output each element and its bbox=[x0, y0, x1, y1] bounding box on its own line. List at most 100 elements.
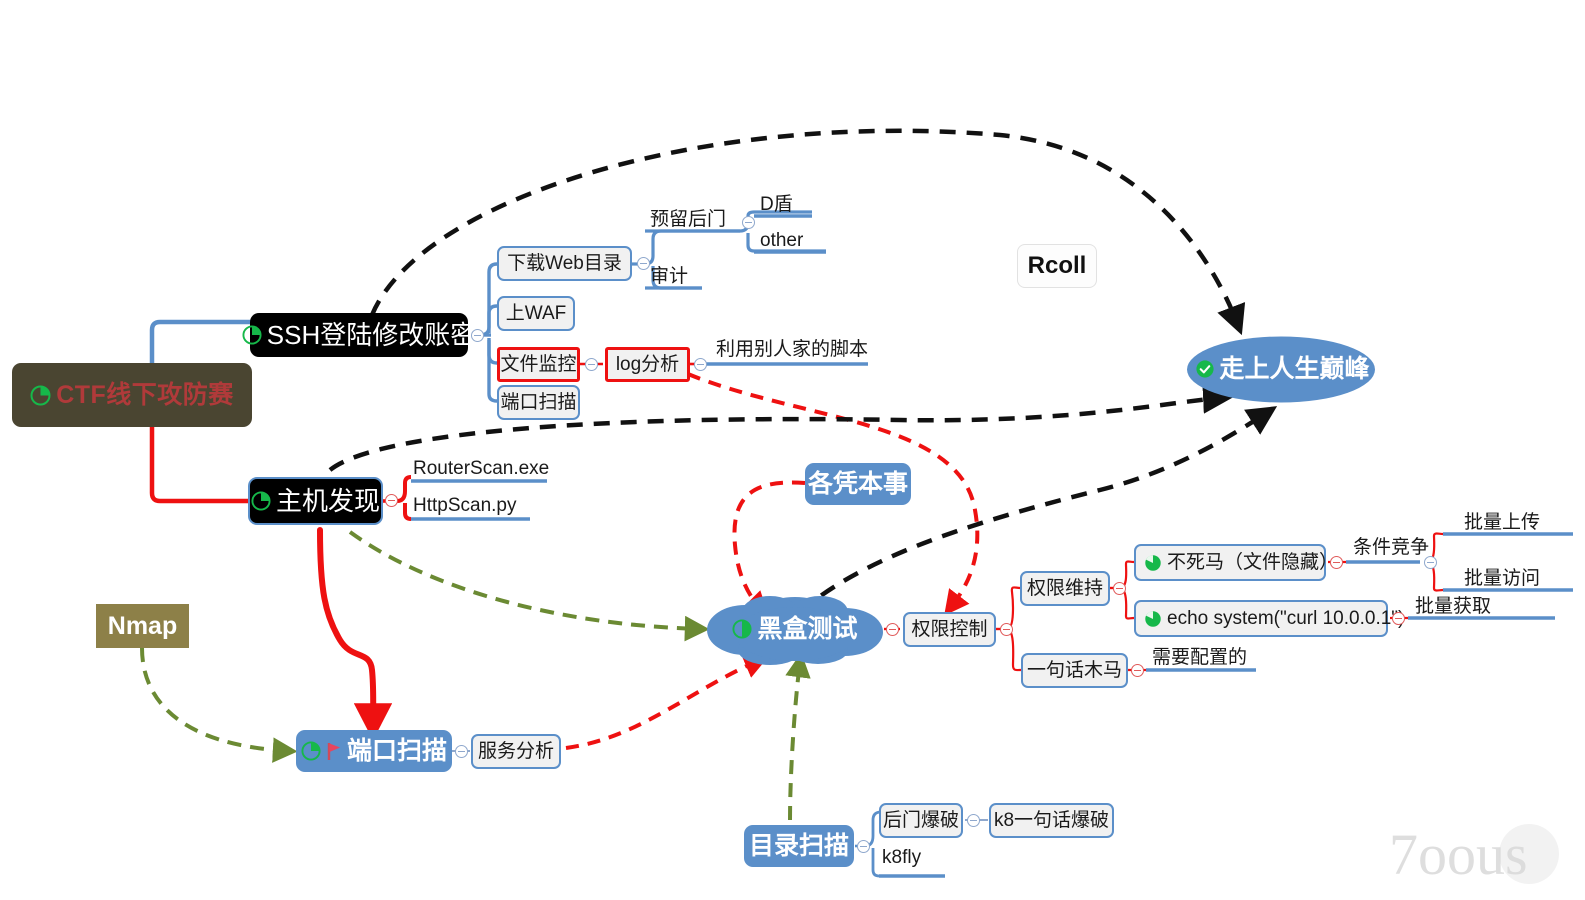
node-backdoor-brute[interactable]: 后门爆破 bbox=[879, 803, 963, 838]
port-scan-collapse-handle[interactable] bbox=[455, 745, 468, 758]
node-audit[interactable]: 审计 bbox=[650, 264, 700, 289]
node-ssh-label: SSH登陆修改账密 bbox=[266, 320, 477, 350]
node-immortal-horse[interactable]: 不死马（文件隐藏） bbox=[1134, 544, 1338, 581]
node-one-word-trojan[interactable]: 一句话木马 bbox=[1021, 653, 1128, 688]
node-echo-system-label: echo system("curl 10.0.0.1") bbox=[1167, 608, 1405, 629]
node-blackbox[interactable]: 黑盒测试 bbox=[715, 608, 875, 650]
node-privilege-maintain-label: 权限维持 bbox=[1026, 578, 1103, 599]
reserve-backdoor-collapse-handle[interactable] bbox=[742, 216, 755, 229]
node-routerscan[interactable]: RouterScan.exe bbox=[413, 456, 553, 481]
node-each-own-skill[interactable]: 各凭本事 bbox=[805, 463, 911, 505]
node-port-scan-label: 端口扫描 bbox=[346, 736, 447, 765]
node-root-label: CTF线下攻防赛 bbox=[56, 380, 234, 409]
flag-icon bbox=[326, 741, 342, 761]
node-file-monitor[interactable]: 文件监控 bbox=[497, 347, 580, 382]
node-k8-oneword-brute-label: k8一句话爆破 bbox=[993, 810, 1110, 831]
node-rcoll[interactable]: Rcoll bbox=[1017, 244, 1097, 288]
node-download-web-dir-label: 下载Web目录 bbox=[507, 253, 622, 274]
node-batch-access-label: 批量访问 bbox=[1464, 568, 1541, 589]
race-condition-collapse-handle[interactable] bbox=[1424, 556, 1437, 569]
node-root[interactable]: CTF线下攻防赛 bbox=[12, 363, 252, 427]
node-host-discovery[interactable]: 主机发现 bbox=[248, 477, 383, 525]
node-use-others-script[interactable]: 利用别人家的脚本 bbox=[716, 337, 869, 362]
node-routerscan-label: RouterScan.exe bbox=[413, 458, 550, 479]
node-host-discovery-label: 主机发现 bbox=[275, 486, 380, 516]
node-batch-access[interactable]: 批量访问 bbox=[1464, 566, 1554, 591]
node-download-web-dir[interactable]: 下载Web目录 bbox=[497, 246, 632, 281]
privilege-maintain-collapse-handle[interactable] bbox=[1113, 582, 1126, 595]
download-web-dir-collapse-handle[interactable] bbox=[637, 257, 650, 270]
node-log-analysis-label: log分析 bbox=[615, 354, 680, 375]
node-blackbox-label: 黑盒测试 bbox=[757, 614, 858, 643]
node-each-own-skill-label: 各凭本事 bbox=[807, 469, 908, 498]
node-d-shield-label: D盾 bbox=[760, 194, 793, 215]
pie-half-icon bbox=[732, 619, 753, 639]
pie-quarter-icon bbox=[242, 325, 262, 345]
node-port-scan[interactable]: 端口扫描 bbox=[296, 730, 452, 772]
node-need-config[interactable]: 需要配置的 bbox=[1152, 645, 1262, 670]
node-other[interactable]: other bbox=[760, 228, 830, 253]
node-dir-scan-label: 目录扫描 bbox=[748, 831, 849, 860]
node-other-label: other bbox=[760, 230, 804, 251]
file-monitor-collapse-handle[interactable] bbox=[585, 358, 598, 371]
pie-quarter-icon bbox=[30, 385, 51, 406]
node-k8fly[interactable]: k8fly bbox=[882, 845, 942, 870]
one-word-trojan-collapse-handle[interactable] bbox=[1131, 664, 1144, 677]
connector-layer bbox=[140, 128, 1573, 878]
node-batch-upload[interactable]: 批量上传 bbox=[1464, 510, 1554, 535]
node-k8fly-label: k8fly bbox=[882, 847, 922, 868]
immortal-horse-collapse-handle[interactable] bbox=[1330, 556, 1343, 569]
node-peak-of-life-label: 走上人生巅峰 bbox=[1219, 354, 1370, 383]
node-waf[interactable]: 上WAF bbox=[497, 296, 575, 331]
node-race-condition-label: 条件竞争 bbox=[1353, 537, 1430, 558]
node-echo-system[interactable]: echo system("curl 10.0.0.1") bbox=[1134, 600, 1404, 637]
mindmap-canvas: CTF线下攻防赛 SSH登陆修改账密 主机发现 下载Web目录 上WAF 文件监… bbox=[0, 0, 1585, 900]
node-dir-scan[interactable]: 目录扫描 bbox=[744, 825, 854, 867]
watermark: 7oous bbox=[1389, 822, 1559, 887]
node-reserve-backdoor[interactable]: 预留后门 bbox=[650, 207, 740, 232]
pie-quarter-icon bbox=[251, 491, 271, 511]
node-privilege-control-label: 权限控制 bbox=[911, 619, 988, 640]
node-rcoll-label: Rcoll bbox=[1027, 252, 1087, 279]
node-one-word-trojan-label: 一句话木马 bbox=[1026, 660, 1122, 681]
node-nmap[interactable]: Nmap bbox=[96, 604, 189, 648]
node-peak-of-life[interactable]: 走上人生巅峰 bbox=[1195, 348, 1370, 390]
watermark-text: 7oous bbox=[1389, 822, 1528, 887]
node-service-analysis[interactable]: 服务分析 bbox=[471, 734, 561, 769]
dir-scan-collapse-handle[interactable] bbox=[857, 840, 870, 853]
log-analysis-collapse-handle[interactable] bbox=[694, 358, 707, 371]
node-httpscan-label: HttpScan.py bbox=[413, 495, 517, 516]
node-audit-label: 审计 bbox=[650, 266, 689, 287]
node-batch-upload-label: 批量上传 bbox=[1464, 512, 1541, 533]
node-reserve-backdoor-label: 预留后门 bbox=[650, 209, 727, 230]
node-waf-label: 上WAF bbox=[505, 303, 567, 324]
node-need-config-label: 需要配置的 bbox=[1152, 647, 1248, 668]
node-port-scan-sub-label: 端口扫描 bbox=[500, 392, 577, 413]
ssh-collapse-handle[interactable] bbox=[471, 329, 484, 342]
node-service-analysis-label: 服务分析 bbox=[477, 741, 554, 762]
pie-full-icon bbox=[1144, 554, 1162, 572]
node-file-monitor-label: 文件监控 bbox=[500, 354, 577, 375]
backdoor-brute-collapse-handle[interactable] bbox=[967, 814, 980, 827]
node-privilege-control[interactable]: 权限控制 bbox=[903, 612, 996, 647]
node-ssh[interactable]: SSH登陆修改账密 bbox=[242, 313, 476, 357]
host-discovery-collapse-handle[interactable] bbox=[385, 494, 398, 507]
node-d-shield[interactable]: D盾 bbox=[760, 192, 815, 217]
node-race-condition[interactable]: 条件竞争 bbox=[1353, 535, 1433, 560]
node-httpscan[interactable]: HttpScan.py bbox=[413, 493, 543, 518]
privilege-control-collapse-handle[interactable] bbox=[1000, 623, 1013, 636]
pie-quarter-icon bbox=[301, 741, 321, 761]
node-use-others-script-label: 利用别人家的脚本 bbox=[716, 339, 869, 360]
node-nmap-label: Nmap bbox=[107, 611, 178, 640]
node-batch-fetch-label: 批量获取 bbox=[1415, 596, 1492, 617]
node-k8-oneword-brute[interactable]: k8一句话爆破 bbox=[989, 803, 1114, 838]
node-port-scan-sub[interactable]: 端口扫描 bbox=[497, 385, 580, 420]
echo-system-collapse-handle[interactable] bbox=[1392, 612, 1405, 625]
pie-full-icon bbox=[1144, 610, 1162, 628]
node-batch-fetch[interactable]: 批量获取 bbox=[1415, 594, 1505, 619]
node-backdoor-brute-label: 后门爆破 bbox=[882, 810, 959, 831]
blackbox-collapse-handle[interactable] bbox=[886, 623, 899, 636]
node-privilege-maintain[interactable]: 权限维持 bbox=[1020, 571, 1110, 606]
node-log-analysis[interactable]: log分析 bbox=[605, 347, 690, 382]
check-circle-icon bbox=[1195, 359, 1215, 379]
